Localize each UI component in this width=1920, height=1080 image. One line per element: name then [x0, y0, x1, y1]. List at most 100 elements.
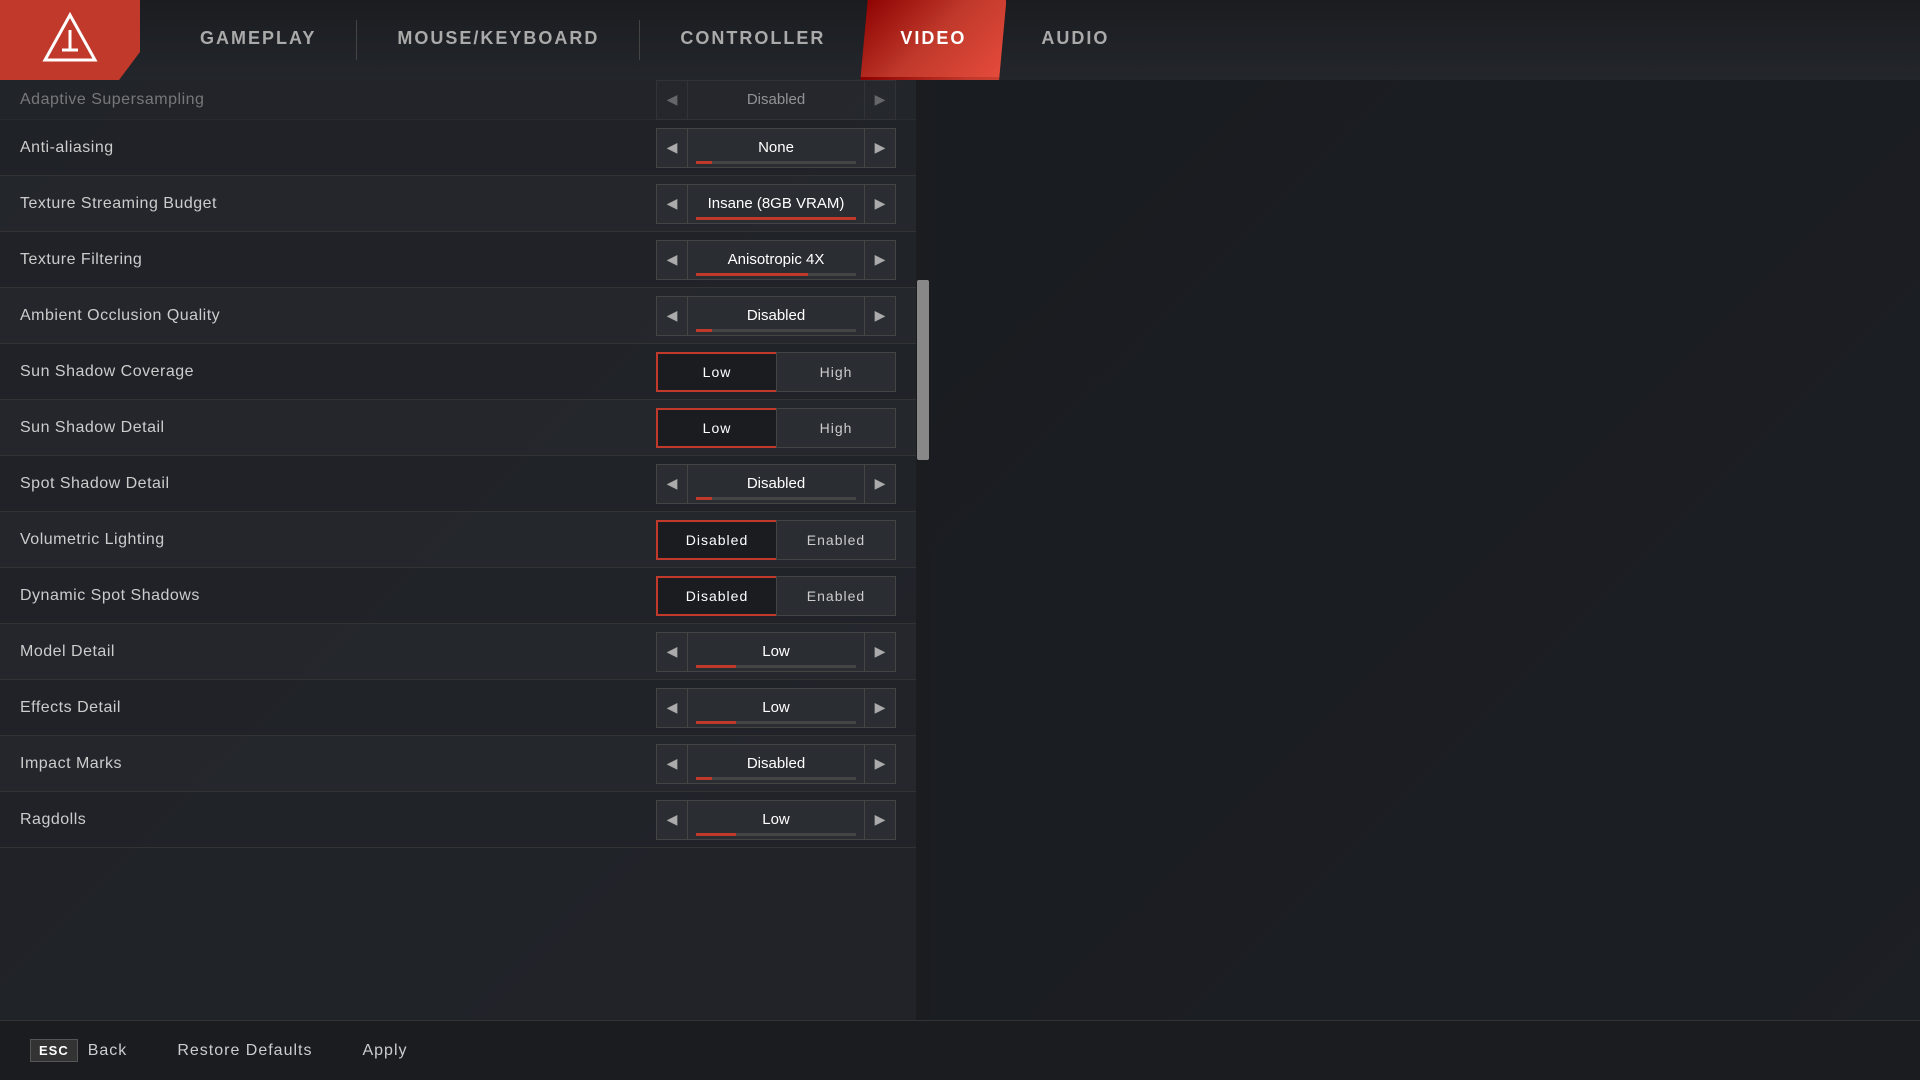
arrow-control-model-detail: ◀Low▶: [656, 632, 896, 672]
value-bar-fill-spot-shadow-detail: [696, 497, 712, 500]
setting-row-dynamic-spot-shadows: Dynamic Spot ShadowsDisabledEnabled: [0, 568, 916, 624]
label-sun-shadow-detail: Sun Shadow Detail: [20, 419, 656, 437]
nav-tabs: GAMEPLAY MOUSE/KEYBOARD CONTROLLER VIDEO…: [160, 0, 1149, 80]
value-bar-fill-texture-filtering: [696, 273, 808, 276]
value-text-ragdolls: Low: [762, 811, 790, 828]
value-bar-fill-anti-aliasing: [696, 161, 712, 164]
control-ambient-occlusion: ◀ Disabled ▶: [656, 296, 896, 336]
arrow-control-anti-aliasing: ◀ None ▶: [656, 128, 896, 168]
prev-btn-ragdolls[interactable]: ◀: [656, 800, 688, 840]
prev-btn-effects-detail[interactable]: ◀: [656, 688, 688, 728]
apply-button[interactable]: Apply: [362, 1042, 407, 1060]
setting-row-effects-detail: Effects Detail◀Low▶: [0, 680, 916, 736]
value-display-spot-shadow-detail: Disabled: [688, 464, 864, 504]
label-spot-shadow-detail: Spot Shadow Detail: [20, 475, 656, 493]
partial-value: Disabled: [688, 80, 864, 120]
prev-btn-texture-streaming[interactable]: ◀: [656, 184, 688, 224]
scrollbar-thumb[interactable]: [917, 280, 929, 460]
next-btn-texture-streaming[interactable]: ▶: [864, 184, 896, 224]
next-btn-anti-aliasing[interactable]: ▶: [864, 128, 896, 168]
prev-btn-impact-marks[interactable]: ◀: [656, 744, 688, 784]
label-anti-aliasing: Anti-aliasing: [20, 139, 656, 157]
partial-next-btn[interactable]: ▶: [864, 80, 896, 120]
control-spot-shadow-detail: ◀Disabled▶: [656, 464, 896, 504]
setting-row-impact-marks: Impact Marks◀Disabled▶: [0, 736, 916, 792]
tab-video[interactable]: VIDEO: [860, 0, 1006, 80]
arrow-control-effects-detail: ◀ Low ▶: [656, 688, 896, 728]
label-dynamic-spot-shadows: Dynamic Spot Shadows: [20, 587, 656, 605]
next-btn-ragdolls[interactable]: ▶: [864, 800, 896, 840]
tab-gameplay[interactable]: GAMEPLAY: [160, 0, 356, 80]
prev-btn-spot-shadow-detail[interactable]: ◀: [656, 464, 688, 504]
toggle-btn-sun-shadow-coverage-1[interactable]: High: [776, 352, 896, 392]
next-btn-spot-shadow-detail[interactable]: ▶: [864, 464, 896, 504]
apply-label: Apply: [362, 1042, 407, 1060]
toggle-btn-sun-shadow-detail-1[interactable]: High: [776, 408, 896, 448]
toggle-btn-volumetric-lighting-0[interactable]: Disabled: [656, 520, 776, 560]
prev-btn-ambient-occlusion[interactable]: ◀: [656, 296, 688, 336]
label-model-detail: Model Detail: [20, 643, 656, 661]
settings-list: Adaptive Supersampling ◀ Disabled ▶ Anti…: [0, 80, 916, 848]
toggle-btn-dynamic-spot-shadows-0[interactable]: Disabled: [656, 576, 776, 616]
next-btn-model-detail[interactable]: ▶: [864, 632, 896, 672]
logo-area: [0, 0, 140, 80]
value-bar-impact-marks: [696, 777, 856, 780]
partial-label: Adaptive Supersampling: [20, 91, 656, 109]
value-text-texture-streaming: Insane (8GB VRAM): [708, 195, 845, 212]
value-bar-fill-model-detail: [696, 665, 736, 668]
restore-defaults-button[interactable]: Restore Defaults: [177, 1042, 312, 1060]
next-btn-texture-filtering[interactable]: ▶: [864, 240, 896, 280]
label-volumetric-lighting: Volumetric Lighting: [20, 531, 656, 549]
label-ragdolls: Ragdolls: [20, 811, 656, 829]
prev-btn-texture-filtering[interactable]: ◀: [656, 240, 688, 280]
value-bar-texture-streaming: [696, 217, 856, 220]
control-model-detail: ◀Low▶: [656, 632, 896, 672]
control-sun-shadow-coverage: LowHigh: [656, 352, 896, 392]
value-text-texture-filtering: Anisotropic 4X: [728, 251, 825, 268]
label-texture-filtering: Texture Filtering: [20, 251, 656, 269]
scrollbar[interactable]: [916, 80, 930, 1020]
next-btn-effects-detail[interactable]: ▶: [864, 688, 896, 728]
arrow-control-ambient-occlusion: ◀ Disabled ▶: [656, 296, 896, 336]
setting-row-ambient-occlusion: Ambient Occlusion Quality◀ Disabled ▶: [0, 288, 916, 344]
value-text-anti-aliasing: None: [758, 139, 794, 156]
setting-row-spot-shadow-detail: Spot Shadow Detail◀Disabled▶: [0, 456, 916, 512]
label-impact-marks: Impact Marks: [20, 755, 656, 773]
tab-audio[interactable]: AUDIO: [1001, 0, 1149, 80]
setting-row-model-detail: Model Detail◀Low▶: [0, 624, 916, 680]
label-ambient-occlusion: Ambient Occlusion Quality: [20, 307, 656, 325]
value-display-model-detail: Low: [688, 632, 864, 672]
control-dynamic-spot-shadows: DisabledEnabled: [656, 576, 896, 616]
value-display-texture-streaming: Insane (8GB VRAM): [688, 184, 864, 224]
value-bar-effects-detail: [696, 721, 856, 724]
value-display-anti-aliasing: None: [688, 128, 864, 168]
value-text-effects-detail: Low: [762, 699, 790, 716]
tab-mouse-keyboard[interactable]: MOUSE/KEYBOARD: [357, 0, 639, 80]
control-volumetric-lighting: DisabledEnabled: [656, 520, 896, 560]
toggle-btn-sun-shadow-detail-0[interactable]: Low: [656, 408, 776, 448]
toggle-btn-dynamic-spot-shadows-1[interactable]: Enabled: [776, 576, 896, 616]
arrow-control-texture-filtering: ◀ Anisotropic 4X ▶: [656, 240, 896, 280]
control-texture-streaming: ◀ Insane (8GB VRAM) ▶: [656, 184, 896, 224]
top-nav: GAMEPLAY MOUSE/KEYBOARD CONTROLLER VIDEO…: [0, 0, 1920, 80]
arrow-control-texture-streaming: ◀ Insane (8GB VRAM) ▶: [656, 184, 896, 224]
next-btn-ambient-occlusion[interactable]: ▶: [864, 296, 896, 336]
back-button[interactable]: ESC Back: [30, 1039, 127, 1062]
tab-controller[interactable]: CONTROLLER: [640, 0, 865, 80]
value-display-ambient-occlusion: Disabled: [688, 296, 864, 336]
toggle-btn-volumetric-lighting-1[interactable]: Enabled: [776, 520, 896, 560]
prev-btn-anti-aliasing[interactable]: ◀: [656, 128, 688, 168]
control-impact-marks: ◀Disabled▶: [656, 744, 896, 784]
value-bar-fill-effects-detail: [696, 721, 736, 724]
next-btn-impact-marks[interactable]: ▶: [864, 744, 896, 784]
value-display-ragdolls: Low: [688, 800, 864, 840]
settings-panel: Adaptive Supersampling ◀ Disabled ▶ Anti…: [0, 80, 930, 1020]
value-text-ambient-occlusion: Disabled: [747, 307, 805, 324]
toggle-btn-sun-shadow-coverage-0[interactable]: Low: [656, 352, 776, 392]
partial-prev-btn[interactable]: ◀: [656, 80, 688, 120]
prev-btn-model-detail[interactable]: ◀: [656, 632, 688, 672]
toggle-control-volumetric-lighting: DisabledEnabled: [656, 520, 896, 560]
control-effects-detail: ◀ Low ▶: [656, 688, 896, 728]
value-bar-fill-texture-streaming: [696, 217, 856, 220]
bottom-bar: ESC Back Restore Defaults Apply: [0, 1020, 1920, 1080]
